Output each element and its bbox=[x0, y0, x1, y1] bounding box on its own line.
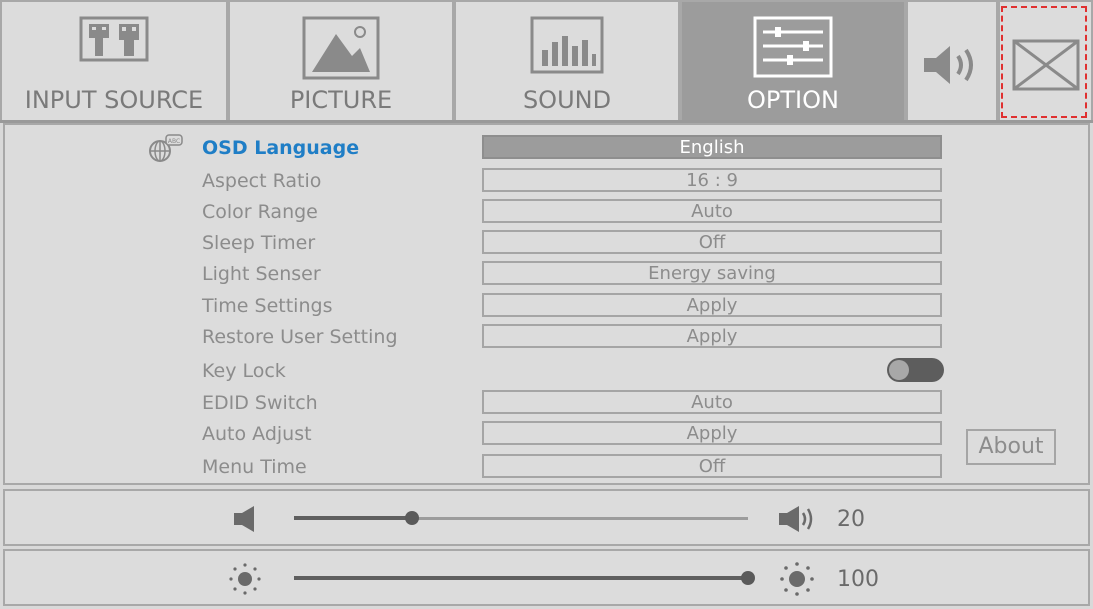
tab-label: PICTURE bbox=[289, 86, 393, 114]
option-value[interactable]: English bbox=[482, 135, 942, 159]
option-label: Menu Time bbox=[202, 456, 307, 478]
sound-icon bbox=[530, 16, 604, 80]
option-label: OSD Language bbox=[202, 137, 360, 159]
tab-input-source[interactable]: INPUT SOURCE bbox=[0, 0, 228, 120]
option-value[interactable]: Apply bbox=[482, 421, 942, 445]
option-row-sleep-timer[interactable]: Sleep Timer Off bbox=[5, 230, 1088, 261]
option-value[interactable]: Auto bbox=[482, 199, 942, 223]
volume-high-icon bbox=[777, 505, 817, 537]
brightness-thumb[interactable] bbox=[741, 571, 755, 585]
option-label: Key Lock bbox=[202, 360, 286, 382]
volume-thumb[interactable] bbox=[405, 511, 419, 525]
toggle-knob bbox=[889, 360, 909, 380]
brightness-slider-bar: 100 bbox=[3, 549, 1090, 606]
option-label: Aspect Ratio bbox=[202, 170, 322, 192]
option-value[interactable]: Auto bbox=[482, 390, 942, 414]
tab-picture[interactable]: PICTURE bbox=[228, 0, 454, 120]
option-label: Color Range bbox=[202, 201, 318, 223]
tab-exit[interactable] bbox=[998, 0, 1093, 120]
option-value[interactable]: 16 : 9 bbox=[482, 168, 942, 192]
option-label: EDID Switch bbox=[202, 392, 318, 414]
option-value[interactable]: Apply bbox=[482, 293, 942, 317]
volume-value: 20 bbox=[837, 507, 865, 532]
option-value[interactable]: Off bbox=[482, 230, 942, 254]
tab-sound[interactable]: SOUND bbox=[454, 0, 680, 120]
close-icon bbox=[1011, 38, 1081, 96]
tab-label: INPUT SOURCE bbox=[24, 86, 204, 114]
option-row-aspect-ratio[interactable]: Aspect Ratio 16 : 9 bbox=[5, 168, 1088, 199]
option-row-edid-switch[interactable]: EDID Switch Auto bbox=[5, 390, 1088, 421]
brightness-high-icon bbox=[779, 561, 815, 601]
option-panel: ABC OSD Language English Aspect Ratio 16… bbox=[3, 123, 1090, 485]
option-value[interactable]: Energy saving bbox=[482, 261, 942, 285]
option-row-menu-time[interactable]: Menu Time Off bbox=[5, 454, 1088, 485]
key-lock-toggle[interactable] bbox=[887, 358, 944, 382]
option-row-color-range[interactable]: Color Range Auto bbox=[5, 199, 1088, 230]
brightness-value: 100 bbox=[837, 567, 879, 592]
option-label: Sleep Timer bbox=[202, 232, 316, 254]
option-row-auto-adjust[interactable]: Auto Adjust Apply bbox=[5, 421, 1088, 452]
option-label: Time Settings bbox=[202, 295, 333, 317]
option-row-light-senser[interactable]: Light Senser Energy saving bbox=[5, 261, 1088, 292]
volume-fill bbox=[294, 516, 412, 520]
tab-bar: INPUT SOURCE PICTURE SOUND OPTION bbox=[0, 0, 1093, 123]
option-row-osd-language[interactable]: OSD Language English bbox=[5, 135, 1088, 166]
picture-icon bbox=[302, 16, 380, 86]
tab-label: SOUND bbox=[522, 86, 612, 114]
option-row-time-settings[interactable]: Time Settings Apply bbox=[5, 293, 1088, 324]
option-value[interactable]: Apply bbox=[482, 324, 942, 348]
brightness-fill bbox=[294, 576, 748, 580]
option-value[interactable]: Off bbox=[482, 454, 942, 478]
speaker-icon bbox=[920, 42, 984, 92]
about-button[interactable]: About bbox=[966, 429, 1056, 465]
option-sliders-icon bbox=[753, 16, 833, 84]
tab-volume[interactable] bbox=[906, 0, 998, 120]
option-label: Restore User Setting bbox=[202, 326, 398, 348]
input-source-icon bbox=[79, 16, 149, 70]
option-label: Light Senser bbox=[202, 263, 321, 285]
option-label: Auto Adjust bbox=[202, 423, 312, 445]
tab-option[interactable]: OPTION bbox=[680, 0, 906, 120]
volume-low-icon bbox=[232, 505, 258, 537]
option-row-key-lock[interactable]: Key Lock bbox=[5, 358, 1088, 389]
osd-menu: INPUT SOURCE PICTURE SOUND OPTION ABC OS… bbox=[0, 0, 1093, 609]
volume-slider-bar: 20 bbox=[3, 489, 1090, 546]
brightness-low-icon bbox=[227, 561, 263, 601]
option-row-restore-user-setting[interactable]: Restore User Setting Apply bbox=[5, 324, 1088, 355]
tab-label: OPTION bbox=[747, 86, 839, 114]
